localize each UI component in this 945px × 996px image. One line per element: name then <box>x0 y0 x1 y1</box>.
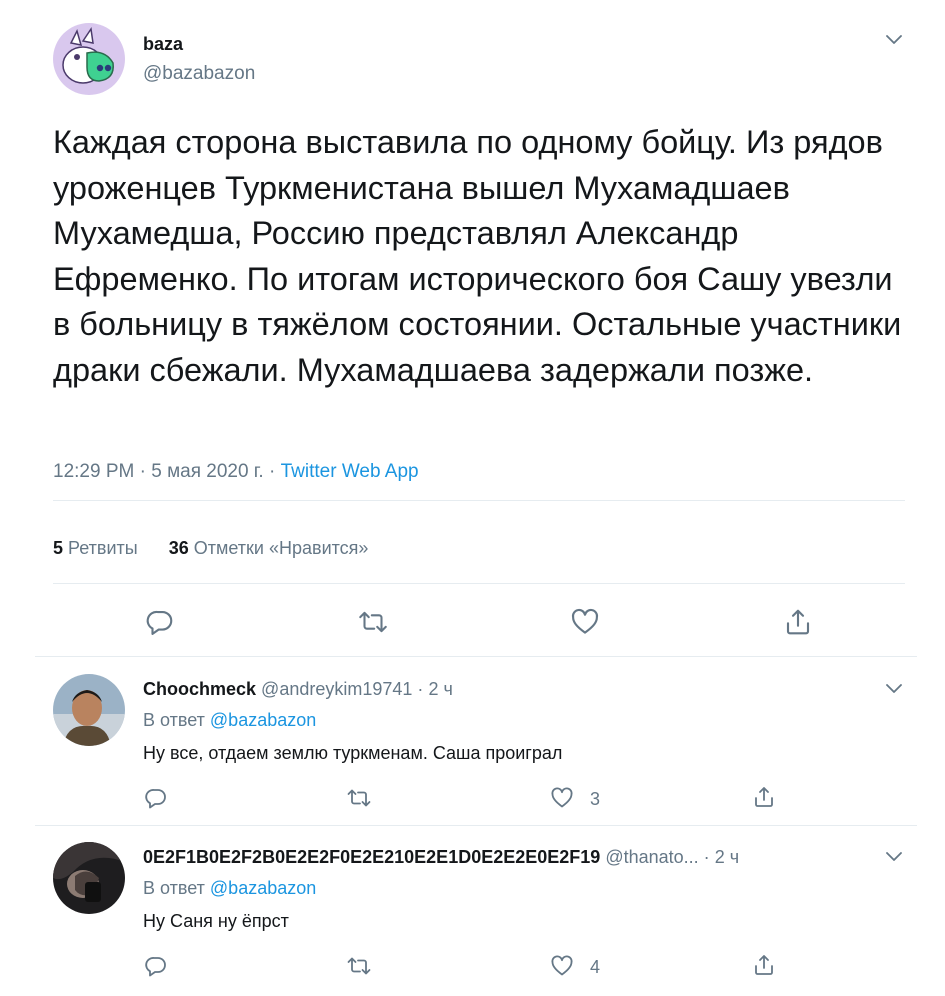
reply-button[interactable] <box>142 952 170 980</box>
reply-text: Ну все, отдаем землю туркменам. Саша про… <box>143 743 563 763</box>
reply-tweet[interactable]: 0E2F1B0E2F2B0E2E2F0E2E210E2E1D0E2E2E0E2F… <box>0 826 945 996</box>
author-avatar[interactable] <box>53 23 125 95</box>
like-count: 4 <box>590 957 601 977</box>
tweet-menu-chevron-icon[interactable] <box>885 34 905 48</box>
reply-button[interactable] <box>142 784 170 812</box>
reply-time[interactable]: 2 ч <box>715 847 739 867</box>
heart-icon <box>551 787 573 808</box>
reply-time[interactable]: 2 ч <box>428 679 452 699</box>
reply-dot: · <box>703 847 710 867</box>
reply-button[interactable] <box>140 602 180 642</box>
retweet-button[interactable] <box>353 602 393 642</box>
tweet-stats: 5 Ретвиты 36 Отметки «Нравится» <box>53 536 368 560</box>
reply-to-handle[interactable]: @bazabazon <box>210 878 316 898</box>
like-count: 3 <box>590 789 601 809</box>
retweet-button[interactable] <box>343 952 375 980</box>
reply-context: В ответ @bazabazon <box>143 709 316 731</box>
reply-to-handle[interactable]: @bazabazon <box>210 710 316 730</box>
heart-icon <box>551 955 573 976</box>
heart-icon <box>571 608 599 634</box>
avatar[interactable] <box>53 674 125 746</box>
tweet-source[interactable]: Twitter Web App <box>281 461 419 482</box>
share-button[interactable] <box>778 602 818 642</box>
reply-icon <box>146 610 173 635</box>
reply-header: Choochmeck @andreykim19741 · 2 ч <box>143 678 453 700</box>
reply-icon <box>145 957 166 977</box>
reply-to-label: В ответ <box>143 710 205 730</box>
divider <box>53 500 905 501</box>
like-button[interactable] <box>565 602 605 642</box>
reply-menu-chevron-icon[interactable] <box>885 851 905 865</box>
reply-author-name[interactable]: Choochmeck <box>143 679 256 699</box>
reply-author-handle[interactable]: @andreykim19741 <box>261 679 412 699</box>
likes-count: 36 <box>168 538 189 558</box>
retweet-icon <box>347 789 371 807</box>
tweet-date[interactable]: 5 мая 2020 г. <box>151 461 263 482</box>
share-button[interactable] <box>750 951 778 979</box>
retweet-button[interactable] <box>343 784 375 812</box>
reply-dot: · <box>417 679 424 699</box>
likes-label: Отметки «Нравится» <box>193 538 369 558</box>
retweet-icon <box>347 957 371 975</box>
meta-separator: · <box>268 461 276 482</box>
reply-header: 0E2F1B0E2F2B0E2E2F0E2E210E2E1D0E2E2E0E2F… <box>143 846 739 868</box>
reply-text: Ну Саня ну ёпрст <box>143 911 289 931</box>
reply-author-handle[interactable]: @thanato... <box>605 847 698 867</box>
share-icon <box>755 787 773 807</box>
reply-context: В ответ @bazabazon <box>143 877 316 899</box>
retweets-label: Ретвиты <box>68 538 138 558</box>
divider <box>53 583 905 584</box>
retweets-stat[interactable]: 5 Ретвиты <box>53 538 143 558</box>
like-button[interactable] <box>548 952 576 980</box>
like-button[interactable] <box>548 784 576 812</box>
tweet-time[interactable]: 12:29 PM <box>53 461 134 482</box>
reply-author-name[interactable]: 0E2F1B0E2F2B0E2E2F0E2E210E2E1D0E2E2E0E2F… <box>143 847 600 867</box>
share-icon <box>786 609 810 635</box>
reply-menu-chevron-icon[interactable] <box>885 683 905 697</box>
tweet-meta: 12:29 PM · 5 мая 2020 г. · Twitter Web A… <box>53 460 419 484</box>
share-button[interactable] <box>750 783 778 811</box>
likes-stat[interactable]: 36 Отметки «Нравится» <box>169 538 369 558</box>
reply-to-label: В ответ <box>143 878 205 898</box>
retweet-icon <box>359 611 387 633</box>
reply-tweet[interactable]: Choochmeck @andreykim19741 · 2 ч В ответ… <box>0 657 945 825</box>
avatar[interactable] <box>53 842 125 914</box>
author-handle[interactable]: @bazabazon <box>143 62 255 86</box>
share-icon <box>755 955 773 975</box>
reply-icon <box>145 789 166 809</box>
tweet-text: Каждая сторона выставила по одному бойцу… <box>53 124 902 388</box>
meta-separator: · <box>139 461 146 482</box>
retweets-count: 5 <box>53 538 64 558</box>
author-name[interactable]: baza <box>143 33 183 55</box>
